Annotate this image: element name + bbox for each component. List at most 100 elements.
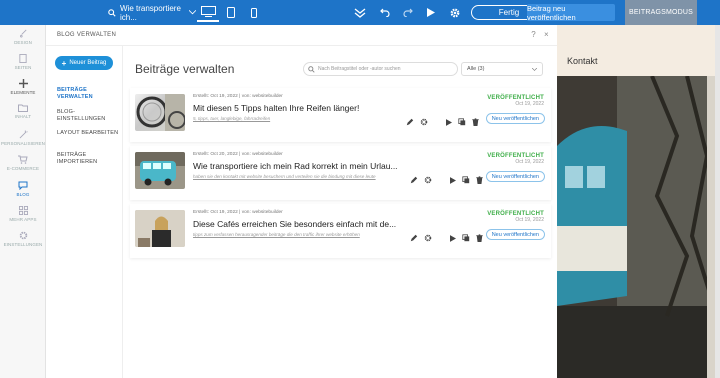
sidebar-item-seiten[interactable]: SEITEN bbox=[0, 54, 46, 70]
plus-icon: + bbox=[61, 58, 67, 68]
cart-icon bbox=[18, 155, 28, 164]
preview-scrollbar[interactable] bbox=[715, 25, 720, 378]
plus-icon bbox=[18, 79, 28, 88]
play-icon[interactable] bbox=[446, 118, 452, 126]
mobile-view-button[interactable] bbox=[243, 3, 265, 22]
nav-blog-settings[interactable]: BLOG-EINSTELLUNGEN bbox=[57, 109, 121, 123]
sidebar-item-mehr-apps[interactable]: MEHR APPS bbox=[0, 206, 46, 222]
copy-icon[interactable] bbox=[458, 118, 466, 126]
trash-icon[interactable] bbox=[472, 118, 479, 126]
new-post-button[interactable]: + Neuer Beitrag bbox=[55, 56, 113, 70]
post-date: Oct 19, 2022 bbox=[515, 217, 544, 223]
nav-import-posts[interactable]: BEITRÄGE IMPORTIEREN bbox=[57, 152, 121, 166]
sidebar-item-design[interactable]: DESIGN bbox=[0, 29, 46, 45]
play-icon[interactable] bbox=[450, 176, 456, 184]
post-row[interactable]: Erstellt: Oct 19, 2022 | von: websitebui… bbox=[130, 88, 551, 142]
post-thumbnail bbox=[135, 152, 185, 189]
republish-button[interactable]: Beitrag neu veröffentlichen bbox=[527, 4, 615, 22]
republish-post-button[interactable]: Neu veröffentlichen bbox=[485, 113, 545, 124]
post-title[interactable]: Wie transportiere ich mein Rad korrekt i… bbox=[193, 161, 401, 171]
post-tags: haben sie den kontakt mit website besuch… bbox=[193, 174, 376, 179]
chat-icon bbox=[18, 181, 28, 190]
pencil-icon[interactable] bbox=[406, 118, 414, 126]
chevron-down-icon bbox=[532, 67, 537, 71]
website-preview: Kontakt bbox=[557, 25, 720, 378]
status-filter-select[interactable]: Alle (3) bbox=[461, 62, 543, 76]
post-meta: Erstellt: Oct 19, 2022 | von: websitebui… bbox=[193, 210, 283, 215]
post-actions bbox=[410, 234, 483, 242]
republish-post-button[interactable]: Neu veröffentlichen bbox=[485, 171, 545, 182]
gear-icon bbox=[450, 8, 460, 17]
post-row[interactable]: Erstellt: Oct 20, 2022 | von: websitebui… bbox=[130, 146, 551, 200]
sidebar-item-label: EINSTELLUNGEN bbox=[3, 242, 43, 247]
sidebar-item-label: BLOG bbox=[16, 192, 30, 197]
top-toolbar: Wie transportiere ich... Fertig Beitrag … bbox=[0, 0, 720, 25]
trash-icon[interactable] bbox=[476, 234, 483, 242]
brush-icon bbox=[19, 29, 27, 38]
help-icon[interactable]: ? bbox=[531, 30, 536, 39]
search-input[interactable]: Nach Beitragstitel oder -autor suchen bbox=[303, 62, 458, 76]
tablet-icon bbox=[227, 7, 235, 18]
nav-manage-posts[interactable]: BEITRÄGE VERWALTEN bbox=[57, 87, 121, 101]
desktop-view-button[interactable] bbox=[197, 3, 219, 22]
nav-edit-layout[interactable]: LAYOUT BEARBEITEN bbox=[57, 130, 121, 137]
page-selector-label: Wie transportiere ich... bbox=[120, 3, 181, 22]
sidebar-item-blog[interactable]: BLOG bbox=[0, 181, 46, 197]
panel-header: BLOG VERWALTEN ? × bbox=[46, 25, 557, 46]
gear-icon[interactable] bbox=[424, 234, 432, 242]
collapse-toolbar-button[interactable] bbox=[351, 4, 369, 21]
sidebar-item-label: MEHR APPS bbox=[9, 217, 37, 222]
pages-icon bbox=[19, 54, 27, 63]
pencil-icon[interactable] bbox=[410, 234, 418, 242]
settings-button[interactable] bbox=[446, 4, 464, 21]
preview-play-button[interactable] bbox=[422, 4, 440, 21]
play-icon[interactable] bbox=[450, 234, 456, 242]
page-selector[interactable]: Wie transportiere ich... bbox=[108, 3, 196, 22]
phone-icon bbox=[251, 7, 257, 18]
post-status: VERÖFFENTLICHT Oct 19, 2022 bbox=[487, 95, 544, 107]
undo-button[interactable] bbox=[376, 4, 394, 21]
gear-icon[interactable] bbox=[420, 118, 428, 126]
sidebar-item-label: DESIGN bbox=[14, 40, 32, 45]
sidebar-item-label: E-COMMERCE bbox=[6, 166, 40, 171]
search-icon bbox=[308, 65, 315, 73]
republish-post-button[interactable]: Neu veröffentlichen bbox=[485, 229, 545, 240]
post-row[interactable]: Erstellt: Oct 19, 2022 | von: websitebui… bbox=[130, 204, 551, 258]
chevron-down-icon bbox=[189, 10, 196, 15]
post-meta: Erstellt: Oct 20, 2022 | von: websitebui… bbox=[193, 152, 283, 157]
blog-manager-panel: BLOG VERWALTEN ? × + Neuer Beitrag BEITR… bbox=[46, 25, 557, 378]
page-title: Beiträge verwalten bbox=[135, 62, 235, 76]
post-actions bbox=[410, 176, 483, 184]
double-chevron-down-icon bbox=[354, 7, 366, 18]
main-sidebar: DESIGN SEITEN ELEMENTE INHALT PERSONALIS… bbox=[0, 25, 46, 378]
desktop-icon bbox=[200, 6, 216, 17]
folder-icon bbox=[18, 104, 28, 112]
sidebar-item-ecommerce[interactable]: E-COMMERCE bbox=[0, 155, 46, 171]
sidebar-item-elemente[interactable]: ELEMENTE bbox=[0, 79, 46, 95]
copy-icon[interactable] bbox=[462, 234, 470, 242]
trash-icon[interactable] bbox=[476, 176, 483, 184]
redo-button[interactable] bbox=[399, 4, 417, 21]
redo-icon bbox=[403, 8, 413, 17]
sidebar-item-label: INHALT bbox=[14, 114, 32, 119]
play-icon bbox=[427, 8, 435, 17]
post-status: VERÖFFENTLICHT Oct 19, 2022 bbox=[487, 153, 544, 165]
post-meta: Erstellt: Oct 19, 2022 | von: websitebui… bbox=[193, 94, 283, 99]
post-thumbnail bbox=[135, 210, 185, 247]
close-icon[interactable]: × bbox=[544, 30, 549, 39]
gear-icon bbox=[19, 231, 27, 240]
sidebar-item-einstellungen[interactable]: EINSTELLUNGEN bbox=[0, 231, 46, 247]
copy-icon[interactable] bbox=[462, 176, 470, 184]
sidebar-item-personalisieren[interactable]: PERSONALISIEREN bbox=[0, 130, 46, 146]
post-status: VERÖFFENTLICHT Oct 19, 2022 bbox=[487, 211, 544, 223]
sidebar-item-inhalt[interactable]: INHALT bbox=[0, 104, 46, 119]
post-title[interactable]: Diese Cafés erreichen Sie besonders einf… bbox=[193, 219, 401, 229]
post-actions bbox=[406, 118, 479, 126]
sidebar-item-label: PERSONALISIEREN bbox=[0, 141, 45, 146]
tablet-view-button[interactable] bbox=[220, 3, 242, 22]
pencil-icon[interactable] bbox=[410, 176, 418, 184]
gear-icon[interactable] bbox=[424, 176, 432, 184]
post-title[interactable]: Mit diesen 5 Tipps halten Ihre Reifen lä… bbox=[193, 103, 401, 113]
post-thumbnail bbox=[135, 94, 185, 131]
search-placeholder: Nach Beitragstitel oder -autor suchen bbox=[318, 66, 401, 72]
